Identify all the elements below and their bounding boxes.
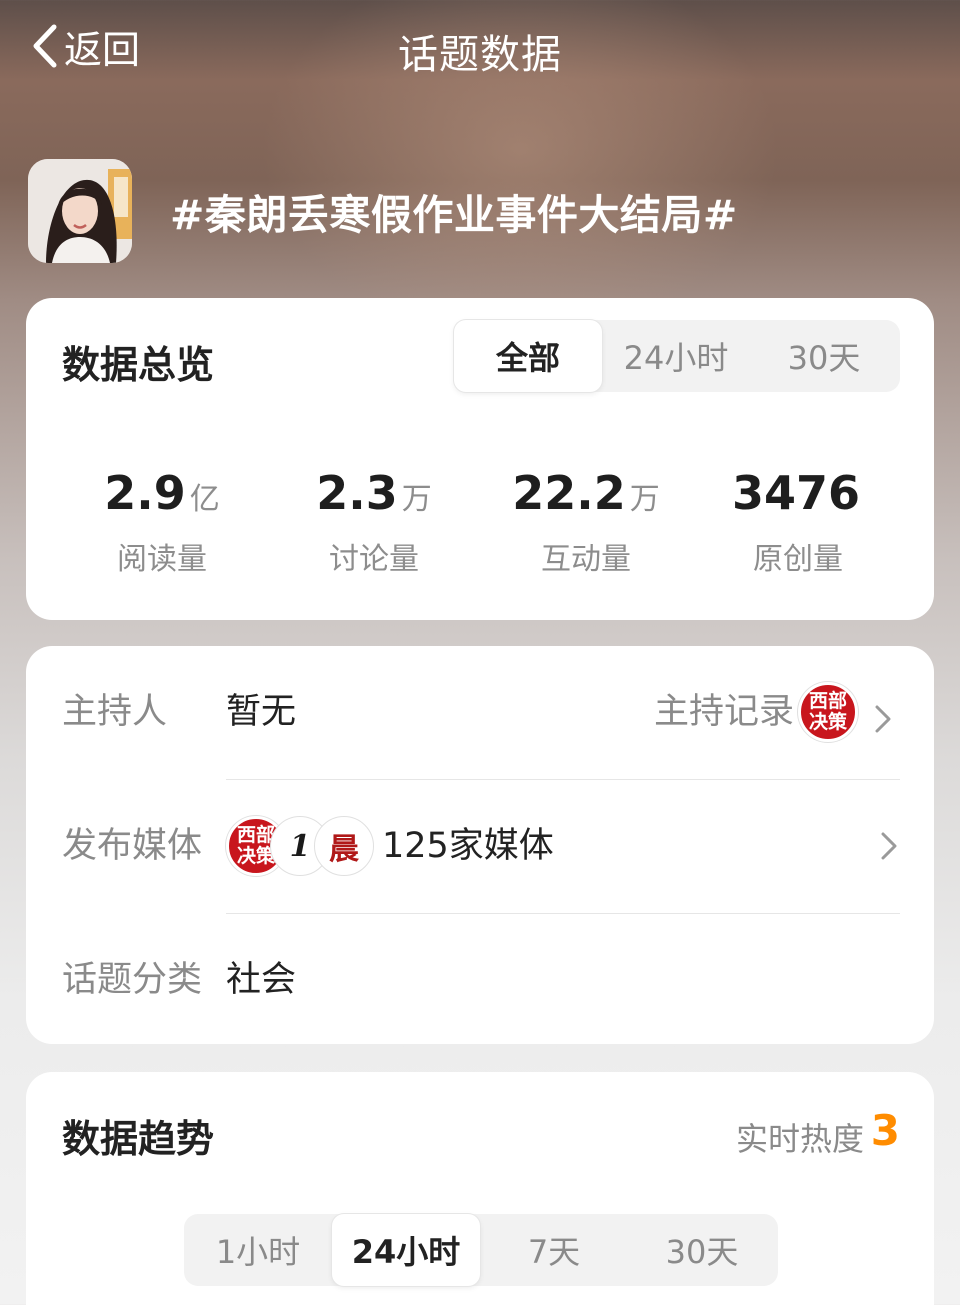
- info-card: 主持人 暂无 主持记录 西部 决策 发布媒体 西部 决策 1 晨 125家媒体 …: [26, 646, 934, 1044]
- page-title: 话题数据: [398, 32, 562, 78]
- media-count: 125家媒体: [382, 826, 554, 866]
- host-record-media-logo: 西部 决策: [798, 682, 858, 742]
- trend-heading: 数据趋势: [62, 1117, 215, 1161]
- topic-header: #秦朗丢寒假作业事件大结局#: [28, 158, 738, 264]
- stat-value: 3476: [731, 466, 861, 520]
- stat-unit: 万: [401, 482, 432, 517]
- stat-value: 22.2: [512, 466, 626, 520]
- stat-discussions: 2.3 万 讨论量: [268, 466, 480, 578]
- avatar-portrait-image: [28, 159, 132, 263]
- stat-label: 阅读量: [117, 542, 207, 577]
- trend-tab-24h[interactable]: 24小时: [332, 1214, 480, 1286]
- overview-range-selector: 全部 24小时 30天: [454, 320, 900, 392]
- stat-unit: 万: [629, 482, 660, 517]
- chevron-right-icon[interactable]: [872, 702, 894, 736]
- trend-tab-7d[interactable]: 7天: [480, 1214, 628, 1286]
- range-tab-all[interactable]: 全部: [454, 320, 602, 392]
- logo-text: 决策: [808, 711, 847, 733]
- stat-value: 2.3: [316, 466, 398, 520]
- host-label: 主持人: [62, 692, 168, 732]
- stat-interactions: 22.2 万 互动量: [480, 466, 692, 578]
- stat-reads: 2.9 亿 阅读量: [56, 466, 268, 578]
- realtime-heat-label: 实时热度: [735, 1120, 864, 1158]
- category-row: 话题分类 社会: [26, 914, 934, 1046]
- stat-originals: 3476 原创量: [692, 466, 904, 578]
- media-label: 发布媒体: [62, 826, 203, 866]
- logo-text: 西部: [808, 690, 847, 712]
- top-bar: 返回 话题数据: [0, 0, 960, 92]
- range-tab-30d[interactable]: 30天: [750, 320, 898, 392]
- stat-label: 原创量: [753, 542, 843, 577]
- media-logo-chen: 晨: [314, 816, 374, 876]
- media-row[interactable]: 发布媒体 西部 决策 1 晨 125家媒体: [26, 780, 934, 912]
- overview-heading: 数据总览: [62, 343, 215, 387]
- trend-tab-30d[interactable]: 30天: [628, 1214, 776, 1286]
- host-record-link[interactable]: 主持记录: [654, 646, 794, 778]
- overview-card: 数据总览 全部 24小时 30天 2.9 亿 阅读量 2.3 万 讨论量 22.…: [26, 298, 934, 620]
- overview-stats: 2.9 亿 阅读量 2.3 万 讨论量 22.2 万 互动量 3476 原创量: [26, 466, 934, 578]
- stat-value: 2.9: [104, 466, 186, 520]
- category-value: 社会: [226, 960, 297, 1000]
- range-tab-24h[interactable]: 24小时: [602, 320, 750, 392]
- stat-label: 讨论量: [329, 542, 419, 577]
- category-label: 话题分类: [62, 960, 203, 1000]
- host-row: 主持人 暂无 主持记录 西部 决策: [26, 646, 934, 778]
- stat-label: 互动量: [541, 542, 631, 577]
- trend-range-selector: 1小时 24小时 7天 30天: [184, 1214, 778, 1286]
- topic-title: #秦朗丢寒假作业事件大结局#: [170, 191, 738, 239]
- host-value: 暂无: [226, 692, 297, 732]
- stat-unit: 亿: [189, 482, 220, 517]
- trend-tab-1h[interactable]: 1小时: [184, 1214, 332, 1286]
- media-logos: 西部 决策 1 晨: [226, 816, 374, 876]
- realtime-heat-value: 3: [870, 1106, 900, 1155]
- trend-card: 数据趋势 实时热度 3 1小时 24小时 7天 30天: [26, 1072, 934, 1305]
- chevron-right-icon[interactable]: [878, 829, 900, 863]
- topic-avatar[interactable]: [28, 159, 132, 263]
